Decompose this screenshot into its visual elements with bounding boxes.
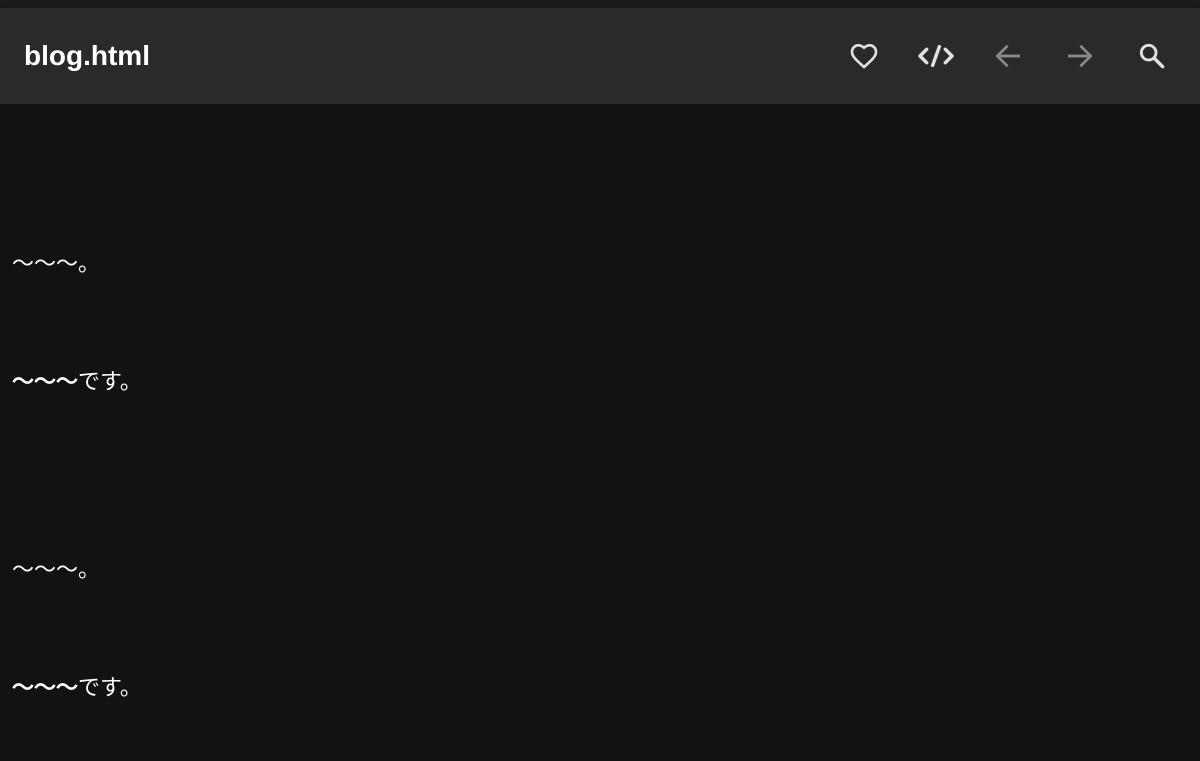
app-bar: blog.html: [0, 8, 1200, 104]
plain-text: です。: [78, 370, 142, 395]
back-button[interactable]: [984, 32, 1032, 80]
view-source-button[interactable]: [912, 32, 960, 80]
plain-text: 〜〜〜。: [12, 252, 101, 277]
plain-text: 〜〜〜。: [12, 558, 101, 583]
status-bar: [0, 0, 1200, 8]
search-button[interactable]: [1128, 32, 1176, 80]
paragraph-line: 〜〜〜。: [12, 250, 100, 280]
page-content: 〜〜〜。 〜〜〜です。 〜〜〜。 〜〜〜です。: [0, 104, 1200, 761]
favorite-button[interactable]: [840, 32, 888, 80]
forward-button[interactable]: [1056, 32, 1104, 80]
code-icon: [916, 40, 956, 72]
bold-text: 〜〜〜: [12, 370, 79, 395]
paragraph-line: 〜〜〜。: [12, 556, 100, 586]
paragraph-line: 〜〜〜です。: [12, 368, 142, 398]
arrow-left-icon: [992, 40, 1024, 72]
page-title: blog.html: [24, 40, 150, 71]
paragraph-line: 〜〜〜です。: [12, 674, 142, 704]
search-icon: [1136, 40, 1168, 72]
bold-text: 〜〜〜: [12, 676, 79, 701]
plain-text: です。: [78, 676, 142, 701]
arrow-right-icon: [1064, 40, 1096, 72]
heart-outline-icon: [848, 40, 880, 72]
